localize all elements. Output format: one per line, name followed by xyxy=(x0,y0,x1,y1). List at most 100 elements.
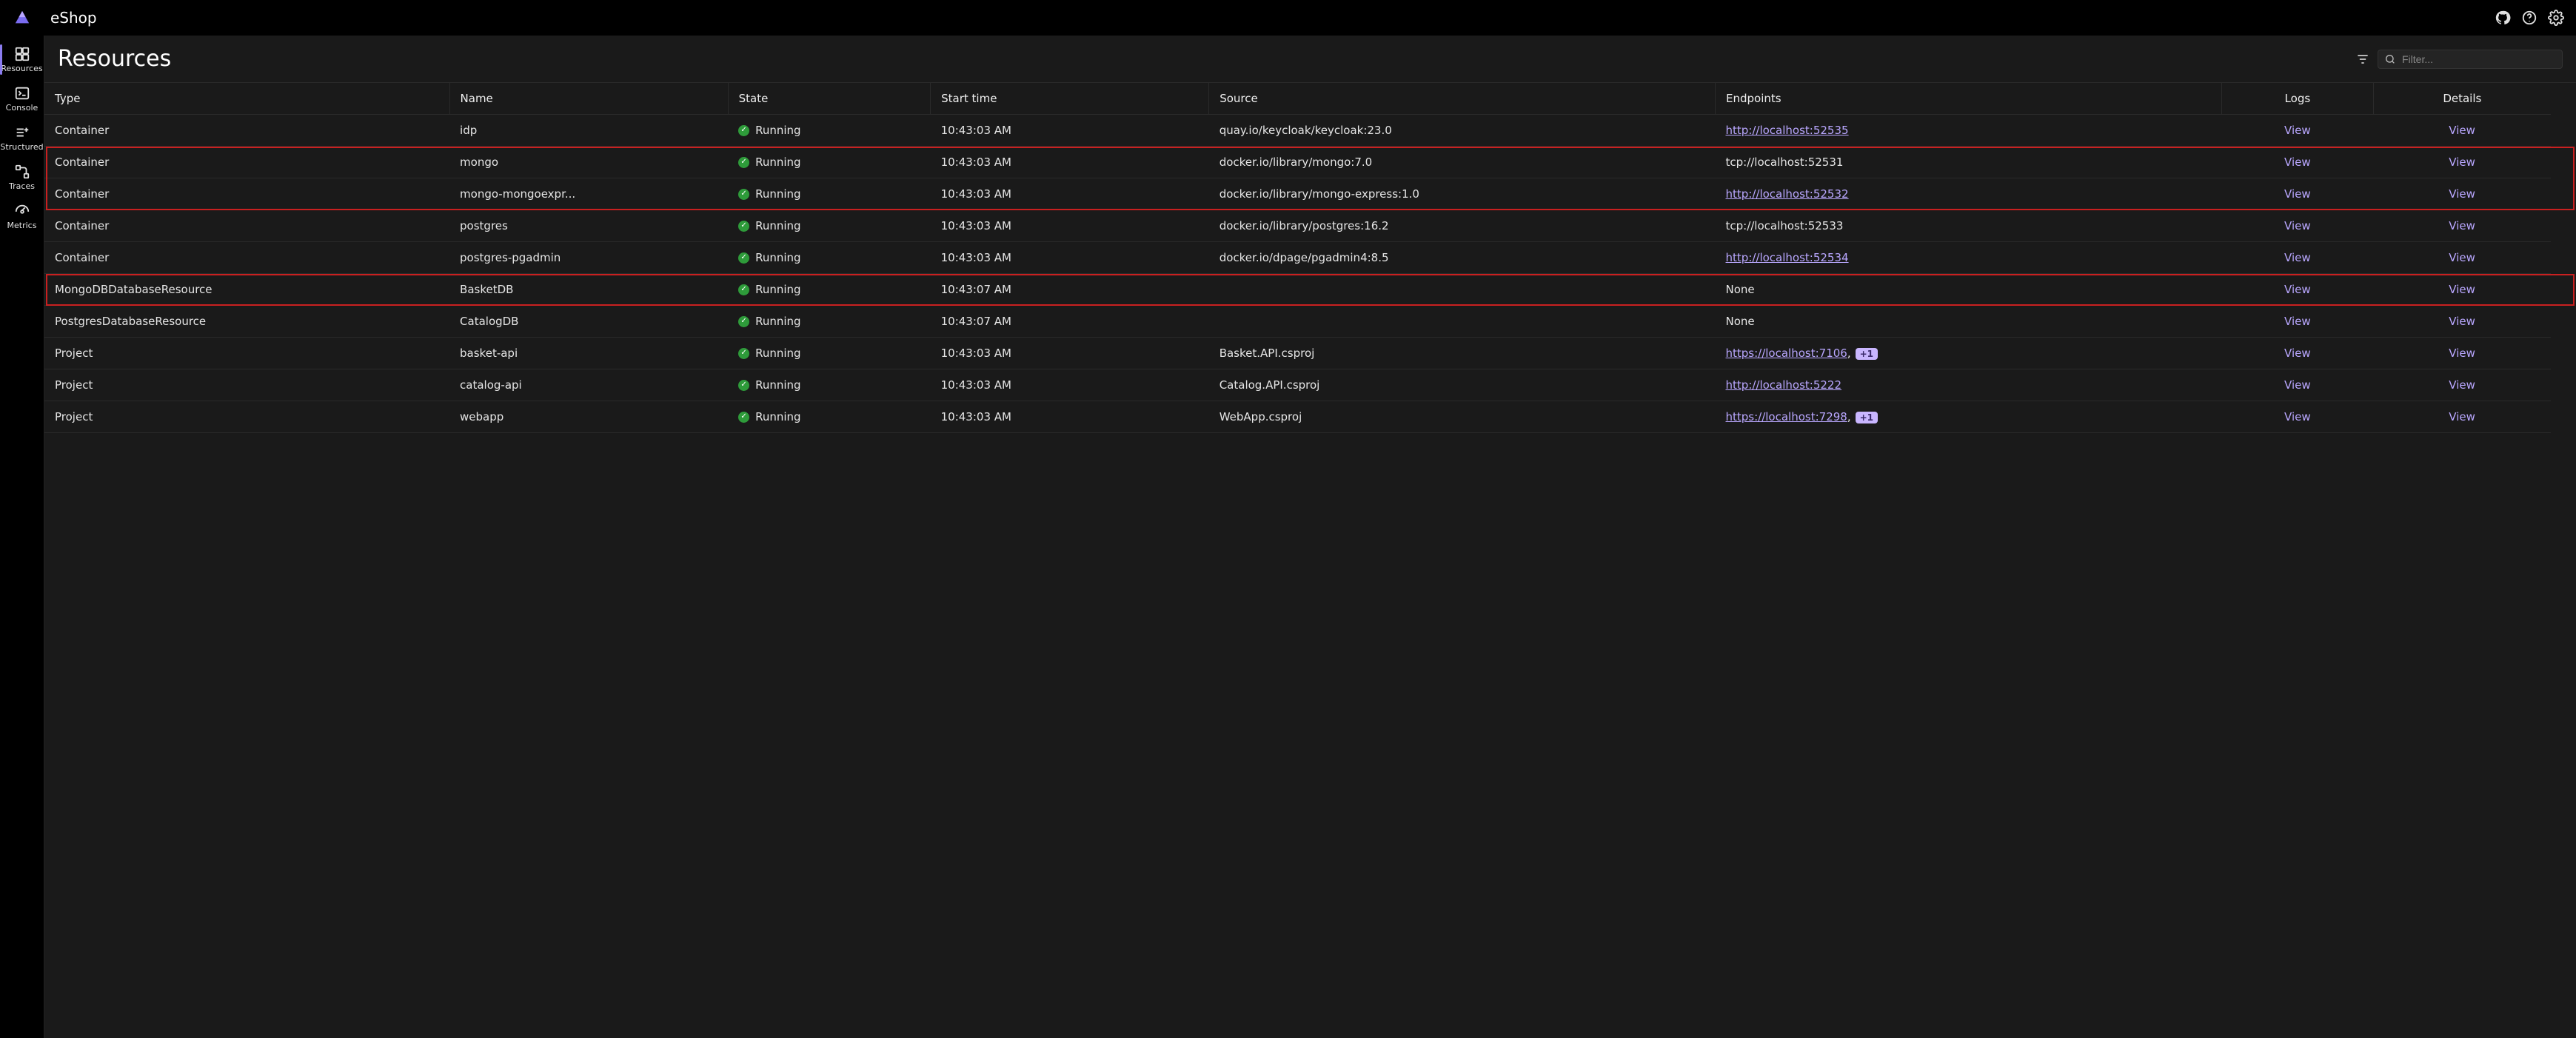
table-row[interactable]: Projectcatalog-apiRunning10:43:03 AMCata… xyxy=(44,369,2576,401)
state-text: Running xyxy=(755,219,800,232)
cell-start: 10:43:03 AM xyxy=(931,115,1209,147)
cell-endpoints: None xyxy=(1716,274,2222,306)
sidebar-item-traces[interactable]: Traces xyxy=(0,158,44,197)
cell-type: Container xyxy=(44,178,449,210)
details-view-link[interactable]: View xyxy=(2449,251,2475,264)
sidebar-item-structured[interactable]: Structured xyxy=(0,118,44,158)
table-row[interactable]: ContaineridpRunning10:43:03 AMquay.io/ke… xyxy=(44,115,2576,147)
check-icon xyxy=(738,125,749,136)
sidebar-item-metrics[interactable]: Metrics xyxy=(0,197,44,236)
endpoint-link[interactable]: https://localhost:7298 xyxy=(1726,410,1847,423)
details-view-link[interactable]: View xyxy=(2449,378,2475,392)
check-icon xyxy=(738,380,749,391)
search-input[interactable] xyxy=(2402,53,2556,65)
cell-name: idp xyxy=(449,115,728,147)
cell-details: View xyxy=(2373,115,2550,147)
cell-source: docker.io/library/mongo-express:1.0 xyxy=(1209,178,1716,210)
table-row[interactable]: Containermongo-mongoexpr...Running10:43:… xyxy=(44,178,2576,210)
cell-type: Container xyxy=(44,147,449,178)
logs-view-link[interactable]: View xyxy=(2284,187,2311,201)
check-icon xyxy=(738,284,749,295)
endpoint-text: tcp://localhost:52533 xyxy=(1726,219,1844,232)
table-header-row: Type Name State Start time Source Endpoi… xyxy=(44,83,2576,115)
main-panel: Resources xyxy=(44,36,2576,1038)
table-row[interactable]: ContainermongoRunning10:43:03 AMdocker.i… xyxy=(44,147,2576,178)
details-view-link[interactable]: View xyxy=(2449,410,2475,423)
logs-view-link[interactable]: View xyxy=(2284,410,2311,423)
top-bar: eShop xyxy=(0,0,2576,36)
sidebar-item-resources[interactable]: Resources xyxy=(0,40,44,79)
cell-start: 10:43:03 AM xyxy=(931,338,1209,369)
cell-source xyxy=(1209,274,1716,306)
endpoint-more-badge[interactable]: +1 xyxy=(1856,348,1878,360)
details-view-link[interactable]: View xyxy=(2449,219,2475,232)
logs-view-link[interactable]: View xyxy=(2284,283,2311,296)
details-view-link[interactable]: View xyxy=(2449,187,2475,201)
list-plus-icon xyxy=(14,124,30,141)
cell-source xyxy=(1209,306,1716,338)
search-box[interactable] xyxy=(2378,50,2563,69)
details-view-link[interactable]: View xyxy=(2449,346,2475,360)
sidebar-item-console[interactable]: Console xyxy=(0,79,44,118)
logs-view-link[interactable]: View xyxy=(2284,346,2311,360)
cell-name: basket-api xyxy=(449,338,728,369)
cell-state: Running xyxy=(728,178,931,210)
cell-start: 10:43:03 AM xyxy=(931,178,1209,210)
cell-details: View xyxy=(2373,274,2550,306)
help-icon[interactable] xyxy=(2521,10,2537,26)
table-row[interactable]: ProjectwebappRunning10:43:03 AMWebApp.cs… xyxy=(44,401,2576,433)
col-name[interactable]: Name xyxy=(449,83,728,115)
logs-view-link[interactable]: View xyxy=(2284,124,2311,137)
cell-state: Running xyxy=(728,338,931,369)
details-view-link[interactable]: View xyxy=(2449,283,2475,296)
col-state[interactable]: State xyxy=(728,83,931,115)
cell-start: 10:43:03 AM xyxy=(931,369,1209,401)
endpoint-link[interactable]: http://localhost:52532 xyxy=(1726,187,1849,201)
cell-source: quay.io/keycloak/keycloak:23.0 xyxy=(1209,115,1716,147)
endpoint-link[interactable]: http://localhost:52534 xyxy=(1726,251,1849,264)
details-view-link[interactable]: View xyxy=(2449,315,2475,328)
filter-icon[interactable] xyxy=(2355,52,2370,67)
col-type[interactable]: Type xyxy=(44,83,449,115)
sidebar: Resources Console Structured Traces Metr… xyxy=(0,36,44,1038)
col-start[interactable]: Start time xyxy=(931,83,1209,115)
col-details[interactable]: Details xyxy=(2373,83,2550,115)
cell-start: 10:43:03 AM xyxy=(931,210,1209,242)
cell-state: Running xyxy=(728,147,931,178)
state-text: Running xyxy=(755,346,800,360)
table-row[interactable]: Projectbasket-apiRunning10:43:03 AMBaske… xyxy=(44,338,2576,369)
cell-state: Running xyxy=(728,210,931,242)
logs-view-link[interactable]: View xyxy=(2284,219,2311,232)
cell-source: docker.io/library/postgres:16.2 xyxy=(1209,210,1716,242)
state-text: Running xyxy=(755,155,800,169)
details-view-link[interactable]: View xyxy=(2449,124,2475,137)
col-endpoints[interactable]: Endpoints xyxy=(1716,83,2222,115)
cell-logs: View xyxy=(2221,306,2373,338)
cell-endpoints: tcp://localhost:52533 xyxy=(1716,210,2222,242)
cell-logs: View xyxy=(2221,369,2373,401)
github-icon[interactable] xyxy=(2495,10,2511,26)
endpoint-link[interactable]: https://localhost:7106 xyxy=(1726,346,1847,360)
endpoint-more-badge[interactable]: +1 xyxy=(1856,412,1878,423)
table-row[interactable]: Containerpostgres-pgadminRunning10:43:03… xyxy=(44,242,2576,274)
cell-name: webapp xyxy=(449,401,728,433)
logs-view-link[interactable]: View xyxy=(2284,155,2311,169)
table-row[interactable]: MongoDBDatabaseResourceBasketDBRunning10… xyxy=(44,274,2576,306)
logs-view-link[interactable]: View xyxy=(2284,251,2311,264)
logs-view-link[interactable]: View xyxy=(2284,378,2311,392)
details-view-link[interactable]: View xyxy=(2449,155,2475,169)
cell-start: 10:43:03 AM xyxy=(931,147,1209,178)
cell-start: 10:43:07 AM xyxy=(931,274,1209,306)
cell-type: Container xyxy=(44,242,449,274)
table-row[interactable]: ContainerpostgresRunning10:43:03 AMdocke… xyxy=(44,210,2576,242)
endpoint-link[interactable]: http://localhost:5222 xyxy=(1726,378,1842,392)
search-icon xyxy=(2384,53,2396,65)
cell-state: Running xyxy=(728,306,931,338)
cell-details: View xyxy=(2373,338,2550,369)
logs-view-link[interactable]: View xyxy=(2284,315,2311,328)
table-row[interactable]: PostgresDatabaseResourceCatalogDBRunning… xyxy=(44,306,2576,338)
col-source[interactable]: Source xyxy=(1209,83,1716,115)
endpoint-link[interactable]: http://localhost:52535 xyxy=(1726,124,1849,137)
gear-icon[interactable] xyxy=(2548,10,2564,26)
col-logs[interactable]: Logs xyxy=(2221,83,2373,115)
